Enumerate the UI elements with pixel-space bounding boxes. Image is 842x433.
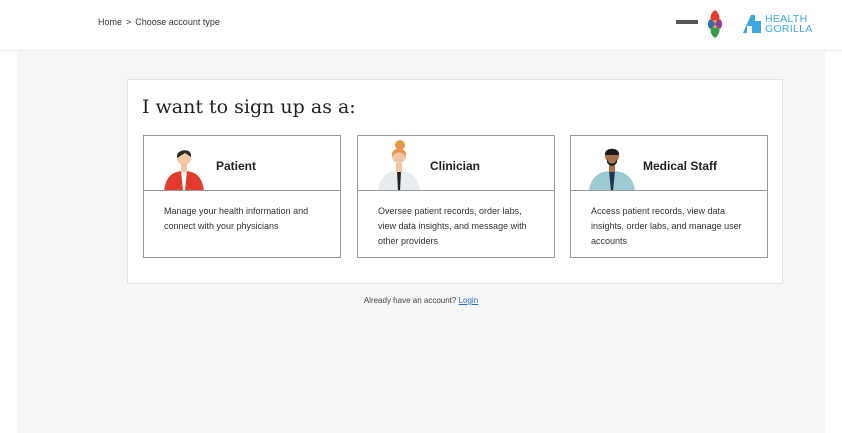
option-header: Clinician xyxy=(358,136,554,191)
login-prompt-text: Already have an account? xyxy=(363,296,457,305)
health-gorilla-mark-icon xyxy=(743,15,761,33)
header: Home > Choose account type HEALTH GORILLA xyxy=(0,0,842,51)
option-title: Medical Staff xyxy=(643,159,718,173)
health-gorilla-logo[interactable]: HEALTH GORILLA xyxy=(741,11,813,37)
option-title: Patient xyxy=(216,159,257,173)
login-link[interactable]: Login xyxy=(459,296,479,305)
option-medical-staff[interactable]: Medical Staff Access patient records, vi… xyxy=(570,135,768,258)
medical-staff-icon xyxy=(589,148,635,190)
partner-emblem-icon xyxy=(708,10,722,38)
page-title: I want to sign up as a: xyxy=(142,96,356,118)
login-prompt: Already have an account? Login xyxy=(0,296,842,305)
clinician-icon xyxy=(378,140,420,190)
option-header: Patient xyxy=(144,136,340,191)
option-header: Medical Staff xyxy=(571,136,767,191)
brand-line-2: GORILLA xyxy=(765,23,813,35)
option-description: Manage your health information and conne… xyxy=(164,206,309,231)
option-clinician[interactable]: Clinician Oversee patient records, order… xyxy=(357,135,555,258)
breadcrumb: Home > Choose account type xyxy=(96,17,222,27)
partner-logo xyxy=(676,20,698,24)
breadcrumb-home[interactable]: Home xyxy=(98,17,122,27)
option-patient[interactable]: Patient Manage your health information a… xyxy=(143,135,341,258)
option-description: Access patient records, view data insigh… xyxy=(591,206,742,246)
patient-icon xyxy=(164,150,204,190)
breadcrumb-separator: > xyxy=(126,17,132,27)
option-description: Oversee patient records, order labs, vie… xyxy=(378,206,527,246)
breadcrumb-current: Choose account type xyxy=(135,17,220,27)
option-title: Clinician xyxy=(430,159,481,173)
